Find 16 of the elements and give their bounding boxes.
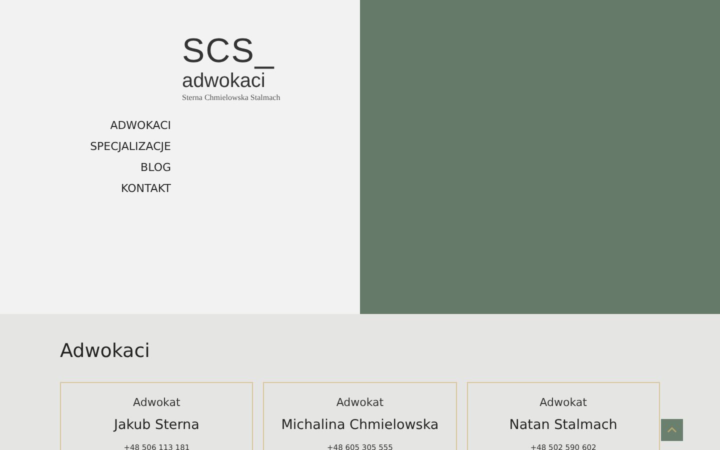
chevron-up-icon [667, 427, 677, 433]
logo-name: adwokaci [182, 70, 266, 92]
lawyer-role: Adwokat [336, 396, 384, 410]
lawyer-name: Natan Stalmach [509, 416, 618, 434]
lawyer-name: Michalina Chmielowska [281, 416, 439, 434]
logo-tagline: Sterna Chmielowska Stalmach [182, 92, 280, 104]
nav-link[interactable]: ADWOKACI [110, 118, 171, 134]
lawyer-role: Adwokat [540, 396, 587, 410]
logo-mark: SCS_ [182, 32, 276, 70]
nav-link[interactable]: BLOG [140, 160, 171, 176]
scroll-top-button[interactable] [661, 419, 683, 441]
nav-link[interactable]: KONTAKT [121, 181, 171, 197]
nav-link[interactable]: SPECJALIZACJE [90, 139, 171, 155]
lawyer-name: Jakub Sterna [114, 416, 200, 434]
lawyer-role: Adwokat [133, 396, 180, 410]
section-title: Adwokaci [60, 339, 151, 362]
